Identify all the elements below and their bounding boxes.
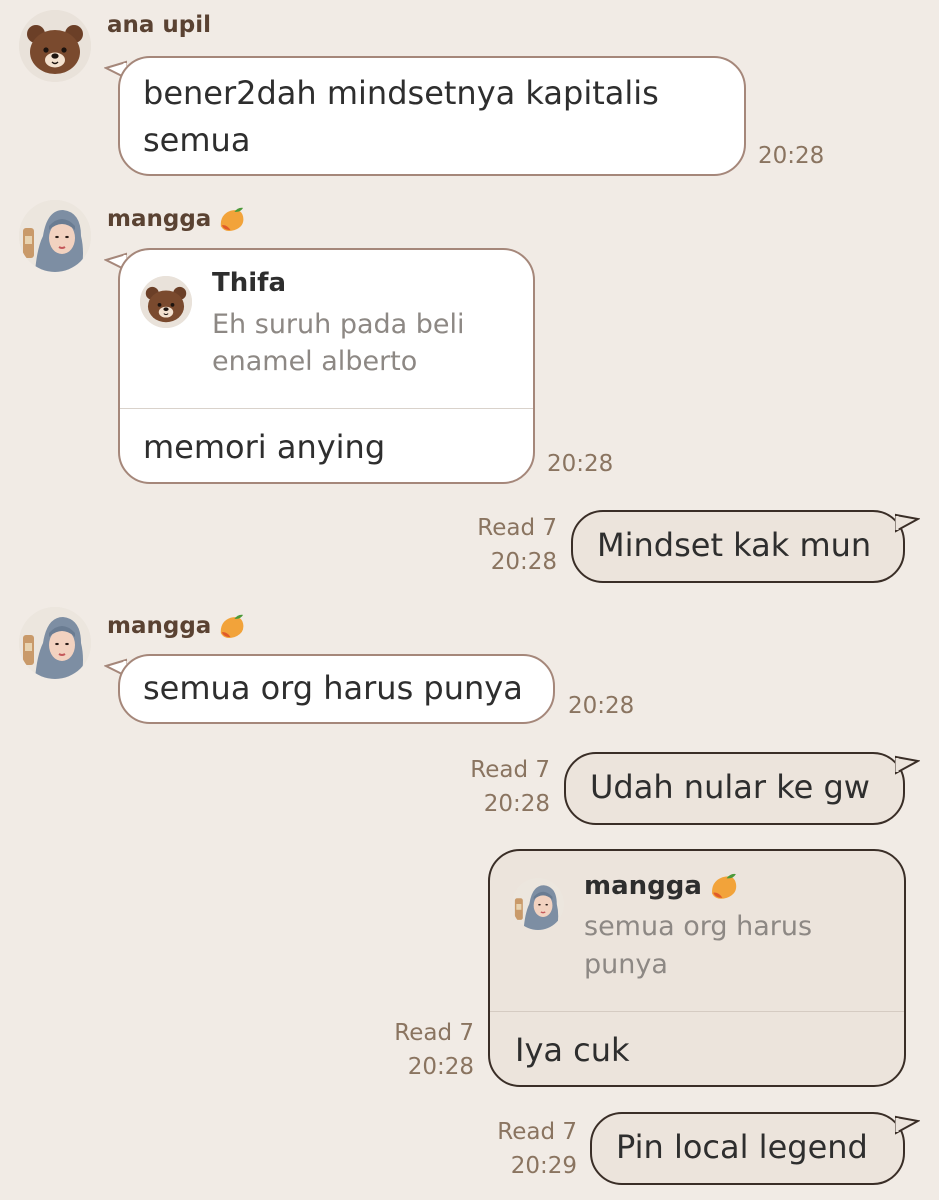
sender-name: ana upil xyxy=(107,12,212,38)
read-receipt: Read 7 xyxy=(497,1119,577,1145)
message-bubble[interactable]: Udah nular ke gw xyxy=(564,752,905,825)
message-text: semua org harus punya xyxy=(143,669,523,707)
avatar[interactable] xyxy=(19,200,91,272)
reply-divider xyxy=(120,408,533,409)
sender-name: mangga xyxy=(107,205,246,234)
message-text: memori anying xyxy=(143,428,386,466)
message-time: 20:28 xyxy=(568,693,635,719)
avatar[interactable] xyxy=(19,10,91,82)
sender-name: mangga xyxy=(107,612,246,641)
message-text: Pin local legend xyxy=(616,1128,868,1166)
message-bubble[interactable]: bener2dah mindsetnya kapitalis semua xyxy=(118,56,746,176)
hijab-girl-avatar xyxy=(512,878,564,930)
brown-bear-icon xyxy=(19,10,91,82)
read-receipt: Read 7 xyxy=(470,757,550,783)
avatar[interactable] xyxy=(19,607,91,679)
reply-avatar xyxy=(140,276,192,328)
sender-name-text: mangga xyxy=(107,613,212,639)
read-receipt: Read 7 xyxy=(394,1020,474,1046)
mango-emoji-icon xyxy=(708,871,739,902)
bubble-tail xyxy=(895,513,920,533)
brown-bear-icon xyxy=(140,276,192,328)
bubble-tail xyxy=(895,1115,920,1135)
mango-emoji-icon xyxy=(217,205,246,234)
reply-message-bubble[interactable]: Thifa Eh suruh pada beli enamel alberto … xyxy=(118,248,535,484)
message-bubble[interactable]: Pin local legend xyxy=(590,1112,905,1185)
read-receipt: Read 7 xyxy=(477,515,557,541)
reply-quote-line-1: Eh suruh pada beli xyxy=(212,309,465,340)
reply-divider xyxy=(490,1011,904,1012)
reply-sender-name-text: mangga xyxy=(584,871,702,901)
reply-sender-name: Thifa xyxy=(212,268,287,298)
reply-message-bubble[interactable]: mangga semua org harus punya Iya cuk xyxy=(488,849,906,1087)
reply-sender-name: mangga xyxy=(584,871,739,902)
message-text: Mindset kak mun xyxy=(597,526,872,564)
message-time: 20:28 xyxy=(547,451,614,477)
reply-quote-line-1: semua org harus xyxy=(584,911,813,942)
sender-name-text: mangga xyxy=(107,206,212,232)
message-text: Iya cuk xyxy=(515,1031,630,1069)
message-time: 20:28 xyxy=(758,143,825,169)
message-text-line-2: semua xyxy=(143,121,251,159)
message-bubble[interactable]: semua org harus punya xyxy=(118,654,555,724)
message-time: 20:28 xyxy=(490,549,557,575)
message-time: 20:29 xyxy=(510,1153,577,1179)
reply-quote-line-2: enamel alberto xyxy=(212,346,418,377)
reply-quote-line-2: punya xyxy=(584,949,668,980)
message-text: Udah nular ke gw xyxy=(590,768,870,806)
bubble-tail xyxy=(895,755,920,775)
message-bubble[interactable]: Mindset kak mun xyxy=(571,510,905,583)
message-text-line-1: bener2dah mindsetnya kapitalis xyxy=(143,74,659,112)
mango-emoji-icon xyxy=(217,612,246,641)
message-time: 20:28 xyxy=(483,791,550,817)
message-time: 20:28 xyxy=(407,1054,474,1080)
hijab-girl-avatar xyxy=(19,607,91,679)
reply-avatar xyxy=(512,878,564,930)
hijab-girl-avatar xyxy=(19,200,91,272)
